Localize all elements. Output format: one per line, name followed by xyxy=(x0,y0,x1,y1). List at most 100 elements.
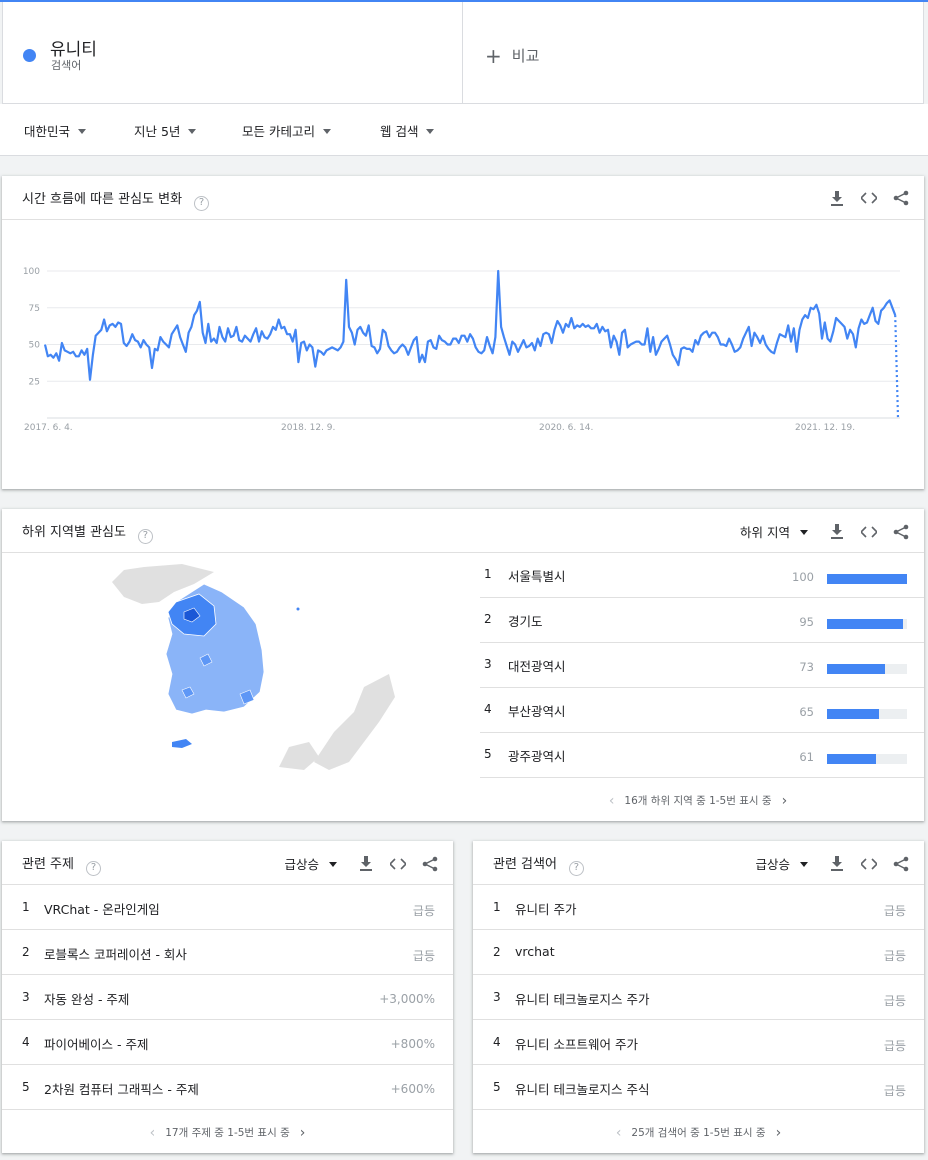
list-item[interactable]: 5 유니티 테크놀로지스 주식 급등 xyxy=(473,1065,924,1110)
compare-button[interactable]: + 비교 xyxy=(485,44,539,68)
share-icon[interactable] xyxy=(892,523,910,541)
download-icon[interactable] xyxy=(828,855,846,873)
help-icon[interactable]: ? xyxy=(194,196,210,211)
row-label: 부산광역시 xyxy=(508,704,566,719)
value-bar xyxy=(827,619,903,629)
chevron-left-icon[interactable]: ‹ xyxy=(609,793,615,809)
region-row[interactable]: 3 대전광역시 73 xyxy=(480,643,924,688)
row-rank: 4 xyxy=(484,702,492,716)
x-tick-label: 2020. 6. 14. xyxy=(539,423,593,433)
embed-icon[interactable] xyxy=(860,523,878,541)
value-bar-track xyxy=(827,574,907,584)
caret-down-icon xyxy=(800,530,808,535)
caret-down-icon xyxy=(800,862,808,867)
filter-region[interactable]: 대한민국 xyxy=(24,121,87,140)
row-value: 급등 xyxy=(883,994,906,1008)
list-item[interactable]: 4 유니티 소프트웨어 주가 급등 xyxy=(473,1020,924,1065)
embed-icon[interactable] xyxy=(860,855,878,873)
caret-down-icon xyxy=(78,129,87,134)
card-header: 시간 흐름에 따른 관심도 변화? xyxy=(2,176,924,220)
value-bar xyxy=(827,664,886,674)
help-icon[interactable]: ? xyxy=(85,861,101,876)
filter-period[interactable]: 지난 5년 xyxy=(134,121,197,140)
caret-down-icon xyxy=(322,129,331,134)
card-header: 하위 지역별 관심도? 하위 지역 xyxy=(2,509,924,553)
list-item[interactable]: 1 VRChat - 온라인게임 급등 xyxy=(2,885,453,930)
topics-pager: ‹ 17개 주제 중 1-5번 표시 중 › xyxy=(2,1109,453,1153)
topics-title: 관련 주제 xyxy=(22,857,74,872)
row-rank: 2 xyxy=(22,945,30,959)
card-title: 하위 지역별 관심도? xyxy=(22,521,153,544)
region-pager: ‹ 16개 하위 지역 중 1-5번 표시 중 › xyxy=(472,777,924,821)
row-rank: 4 xyxy=(22,1035,30,1049)
filter-category[interactable]: 모든 카테고리 xyxy=(242,121,331,140)
row-value: 100 xyxy=(792,570,814,584)
filter-category-label: 모든 카테고리 xyxy=(242,124,315,139)
row-rank: 5 xyxy=(22,1080,30,1094)
filter-region-label: 대한민국 xyxy=(24,124,71,139)
chevron-right-icon[interactable]: › xyxy=(782,793,788,809)
search-term-header: 유니티 검색어 + 비교 xyxy=(2,2,924,104)
filter-search-type[interactable]: 웹 검색 xyxy=(380,121,435,140)
caret-down-icon xyxy=(426,129,435,134)
download-icon[interactable] xyxy=(828,523,846,541)
share-icon[interactable] xyxy=(892,855,910,873)
line-chart: 100 75 50 25 2017. 6. 4. 2018. 12. 9. 2020. 6.… xyxy=(23,267,900,433)
embed-icon[interactable] xyxy=(389,855,407,873)
chevron-right-icon[interactable]: › xyxy=(776,1125,782,1141)
row-value: 급등 xyxy=(883,904,906,918)
row-label: vrchat xyxy=(515,944,555,959)
list-item[interactable]: 2 로블록스 코퍼레이션 - 회사 급등 xyxy=(2,930,453,975)
value-bar-track xyxy=(827,709,907,719)
row-value: 급등 xyxy=(412,904,435,918)
share-icon[interactable] xyxy=(421,855,439,873)
row-value: 급등 xyxy=(883,1084,906,1098)
series-line xyxy=(43,269,897,381)
row-label: 자동 완성 - 주제 xyxy=(44,992,130,1007)
chevron-left-icon[interactable]: ‹ xyxy=(150,1125,156,1141)
row-rank: 1 xyxy=(484,567,492,581)
value-bar xyxy=(827,754,876,764)
share-icon[interactable] xyxy=(892,189,910,207)
term-color-dot xyxy=(23,49,36,62)
row-rank: 4 xyxy=(493,1035,501,1049)
chevron-right-icon[interactable]: › xyxy=(300,1125,306,1141)
queries-pager: ‹ 25개 검색어 중 1-5번 표시 중 › xyxy=(473,1109,924,1153)
row-label: 유니티 주가 xyxy=(515,902,577,917)
interest-over-time-card: 시간 흐름에 따른 관심도 변화? 100 75 50 25 2017. 6. 4. 20… xyxy=(2,176,924,489)
row-rank: 5 xyxy=(493,1080,501,1094)
region-level-select[interactable]: 하위 지역 xyxy=(740,522,808,541)
region-row[interactable]: 5 광주광역시 61 xyxy=(480,733,924,778)
list-item[interactable]: 1 유니티 주가 급등 xyxy=(473,885,924,930)
topics-sort-select[interactable]: 급상승 xyxy=(284,854,337,873)
queries-sort-select[interactable]: 급상승 xyxy=(755,854,808,873)
map-jeju xyxy=(172,739,192,748)
list-item[interactable]: 5 2차원 컴퓨터 그래픽스 - 주제 +600% xyxy=(2,1065,453,1110)
list-item[interactable]: 4 파이어베이스 - 주제 +800% xyxy=(2,1020,453,1065)
related-queries-card: 관련 검색어? 급상승 1 유니티 주가 급등 2 vrchat 급등 3 유니티 테크놀로지… xyxy=(473,841,924,1153)
region-row[interactable]: 1 서울특별시 100 xyxy=(480,553,924,598)
help-icon[interactable]: ? xyxy=(568,861,584,876)
download-icon[interactable] xyxy=(357,855,375,873)
series-partial-segment xyxy=(894,315,900,419)
y-tick-label: 25 xyxy=(29,377,40,387)
region-row[interactable]: 4 부산광역시 65 xyxy=(480,688,924,733)
list-item[interactable]: 3 유니티 테크놀로지스 주가 급등 xyxy=(473,975,924,1020)
region-row[interactable]: 2 경기도 95 xyxy=(480,598,924,643)
row-label: 파이어베이스 - 주제 xyxy=(44,1037,149,1052)
list-item[interactable]: 3 자동 완성 - 주제 +3,000% xyxy=(2,975,453,1020)
row-value: 73 xyxy=(799,660,814,674)
row-value: 급등 xyxy=(412,949,435,963)
queries-title: 관련 검색어 xyxy=(493,857,557,872)
embed-icon[interactable] xyxy=(860,189,878,207)
card-header: 관련 주제? 급상승 xyxy=(2,841,453,885)
list-item[interactable]: 2 vrchat 급등 xyxy=(473,930,924,975)
help-icon[interactable]: ? xyxy=(137,529,153,544)
search-term-card[interactable]: 유니티 검색어 xyxy=(3,2,463,103)
queries-pager-text: 25개 검색어 중 1-5번 표시 중 xyxy=(631,1127,766,1139)
row-rank: 3 xyxy=(493,990,501,1004)
value-bar xyxy=(827,574,907,584)
download-icon[interactable] xyxy=(828,189,846,207)
chevron-left-icon[interactable]: ‹ xyxy=(616,1125,622,1141)
region-map[interactable] xyxy=(64,562,404,772)
